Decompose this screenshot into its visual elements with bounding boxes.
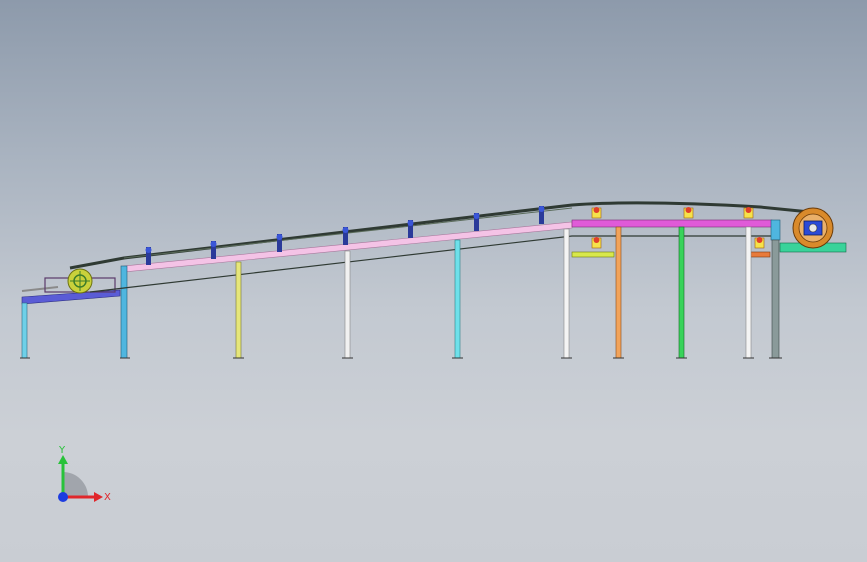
triad-x-arrow-icon: [94, 492, 103, 502]
return-idler: [591, 237, 602, 249]
support-leg: [745, 226, 752, 359]
support-leg: [678, 226, 685, 359]
triad-y-label: Y: [58, 445, 66, 456]
head-end-plate: [770, 219, 781, 241]
idler-roller: [276, 234, 283, 252]
flat-beam[interactable]: [571, 219, 773, 228]
support-leg: [235, 261, 242, 359]
idler-roller: [538, 206, 545, 224]
support-leg-head: [771, 239, 780, 359]
support-leg: [563, 228, 570, 359]
view-triad[interactable]: Y X: [58, 445, 111, 503]
tail-tensioner-rod: [21, 286, 59, 292]
flat-idler: [683, 207, 694, 219]
drive-shaft-icon: [808, 223, 818, 233]
support-leg: [454, 239, 461, 359]
support-leg: [615, 226, 622, 359]
tail-pulley[interactable]: [67, 268, 93, 294]
flat-idler: [743, 207, 754, 219]
head-drive[interactable]: [779, 207, 847, 253]
idler-roller: [407, 220, 414, 238]
triad-y-arrow-icon: [58, 455, 68, 464]
support-leg: [344, 250, 351, 359]
lower-crossbar: [571, 251, 615, 258]
idler-roller: [342, 227, 349, 245]
incline-end-post: [120, 265, 128, 359]
idler-roller: [473, 213, 480, 231]
idler-roller: [210, 241, 217, 259]
flat-idler: [591, 207, 602, 219]
triad-x-label: X: [104, 492, 111, 503]
lower-crossbar-right: [749, 251, 771, 258]
return-idler: [754, 237, 765, 249]
conveyor-model-view[interactable]: Y X: [0, 0, 867, 562]
idler-roller: [145, 247, 152, 265]
cad-viewport[interactable]: Y X: [0, 0, 867, 562]
triad-plane-indicator: [63, 472, 88, 497]
tail-leg: [21, 302, 28, 359]
triad-z-axis-icon: [58, 492, 68, 502]
